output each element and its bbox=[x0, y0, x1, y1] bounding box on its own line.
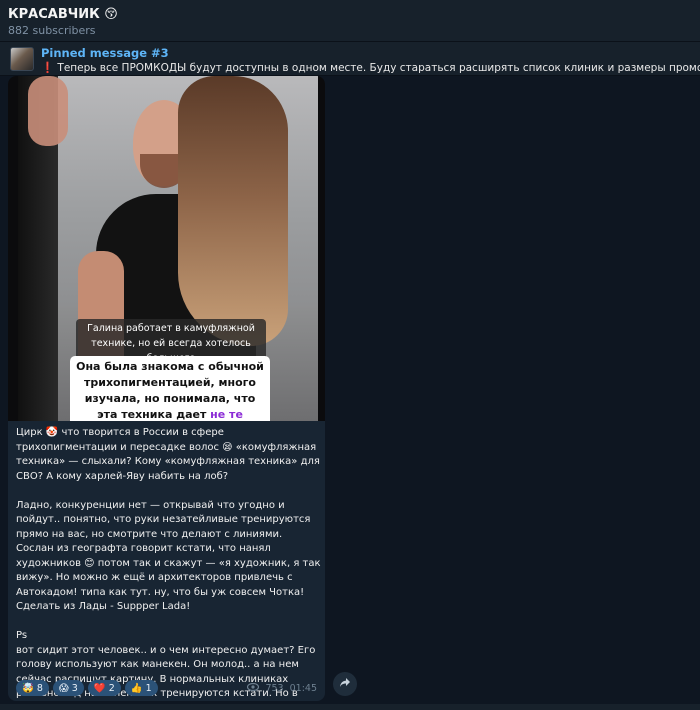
reaction-count: 2 bbox=[108, 682, 115, 694]
reaction-count: 1 bbox=[145, 682, 152, 694]
reaction-count: 3 bbox=[71, 682, 78, 694]
message-meta: 753 01:45 bbox=[247, 682, 317, 694]
reaction-heart[interactable]: ❤️ 2 bbox=[87, 680, 121, 696]
post-photo[interactable]: Галина работает в камуфляжной технике, н… bbox=[8, 76, 325, 421]
pinned-text: ❗ Теперь все ПРОМКОДЫ будут доступны в о… bbox=[41, 62, 700, 74]
reaction-emoji: 🤯 bbox=[22, 682, 34, 694]
message-bubble: Галина работает в камуфляжной технике, н… bbox=[8, 76, 325, 701]
pinned-label: Pinned message #3 bbox=[41, 46, 169, 60]
message-text: Цирк 🤡 что творится в России в сфере три… bbox=[16, 427, 321, 699]
share-arrow-icon bbox=[339, 677, 351, 691]
photo-content: Галина работает в камуфляжной технике, н… bbox=[18, 76, 318, 421]
share-button[interactable] bbox=[333, 672, 357, 696]
reaction-emoji: 👍 bbox=[130, 682, 143, 694]
view-count: 753 bbox=[265, 683, 284, 694]
message-time: 01:45 bbox=[289, 683, 317, 694]
reaction-count: 8 bbox=[36, 682, 43, 694]
reaction-emoji: ❤️ bbox=[93, 682, 106, 694]
reactions-row: 🤯 8 😱 3 ❤️ 2 👍 1 bbox=[16, 680, 158, 696]
pinned-message-bar[interactable]: Pinned message #3 ❗ Теперь все ПРОМКОДЫ … bbox=[0, 42, 700, 76]
subscriber-count: 882 subscribers bbox=[8, 24, 96, 37]
photo-hand bbox=[28, 76, 68, 146]
pinned-thumbnail bbox=[10, 47, 34, 71]
eye-icon bbox=[247, 682, 260, 694]
reaction-emoji: 😱 bbox=[58, 682, 69, 694]
channel-title[interactable]: КРАСАВЧИК 😚 bbox=[8, 7, 118, 22]
reaction-scream[interactable]: 😱 3 bbox=[52, 680, 84, 696]
chat-header: КРАСАВЧИК 😚 882 subscribers bbox=[0, 0, 700, 42]
reaction-exploding[interactable]: 🤯 8 bbox=[16, 680, 49, 696]
photo-hair bbox=[178, 76, 288, 346]
reaction-thumbs-up[interactable]: 👍 1 bbox=[124, 680, 158, 696]
photo-caption-2: Она была знакома с обычной трихопигмента… bbox=[70, 356, 270, 421]
composer-bar bbox=[0, 704, 700, 710]
